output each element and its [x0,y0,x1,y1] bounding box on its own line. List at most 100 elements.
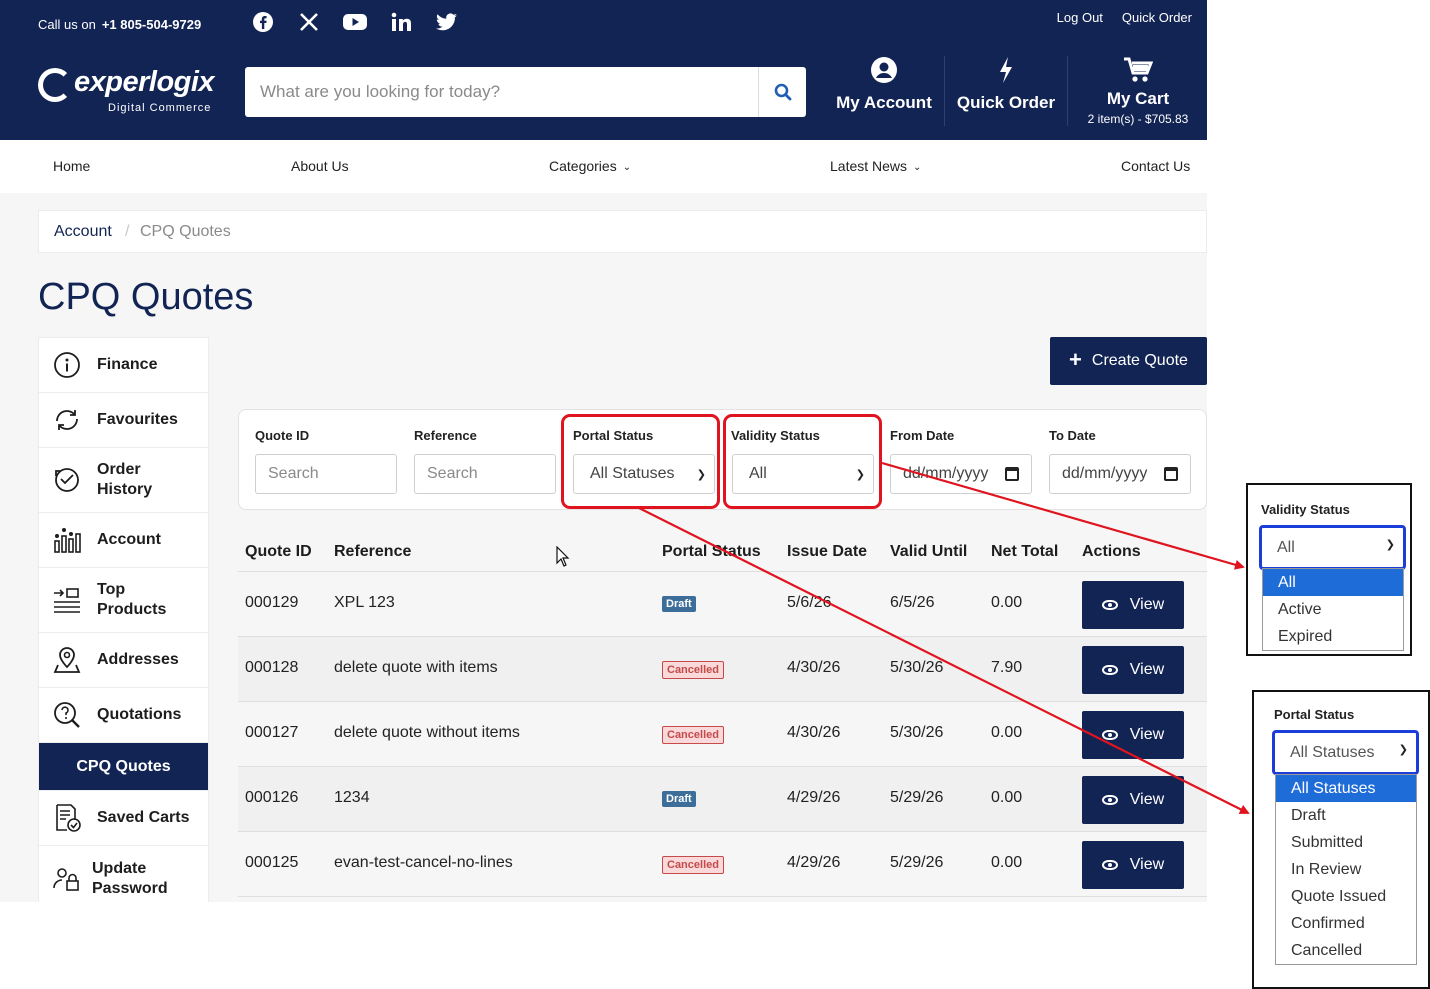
nav-home[interactable]: Home [53,158,90,174]
cell-net-total: 7.90 [991,659,1023,676]
quick-order-button[interactable]: Quick Order [952,56,1060,128]
sidebar-item-top-products[interactable]: Top Products [39,568,208,633]
column-header-portal-status[interactable]: Portal Status [662,543,761,561]
sidebar-item-finance[interactable]: Finance [39,338,208,393]
option-all-statuses[interactable]: All Statuses [1276,775,1416,802]
cell-valid-until: 6/5/26 [890,594,935,611]
view-quote-button[interactable]: View [1082,581,1184,629]
table-row: 000126 1234 Draft 4/29/26 5/29/26 0.00 V… [238,767,1207,832]
create-quote-button[interactable]: + Create Quote [1050,337,1207,385]
cell-valid-until: 5/30/26 [890,659,944,676]
cell-issue-date: 4/29/26 [787,854,841,871]
option-submitted[interactable]: Submitted [1276,829,1416,856]
phone-number[interactable]: +1 805-504-9729 [102,17,201,32]
column-header-valid-until[interactable]: Valid Until [890,543,967,561]
info-circle-icon [54,352,80,378]
view-quote-button[interactable]: View [1082,841,1184,889]
sidebar-item-label: Update Password [92,859,168,897]
cell-valid-until: 5/30/26 [890,724,944,741]
nav-latest-news[interactable]: Latest News ⌄ [830,158,921,174]
validity-status-select-open[interactable]: All ❯ [1259,525,1406,570]
to-date-input[interactable]: dd/mm/yyyy [1049,454,1191,494]
site-search [245,67,806,117]
option-draft[interactable]: Draft [1276,802,1416,829]
my-cart-button[interactable]: My Cart 2 item(s) - $705.83 [1075,56,1201,128]
sidebar-item-account[interactable]: Account [39,513,208,568]
table-row: 000129 XPL 123 Draft 5/6/26 6/5/26 0.00 … [238,572,1207,637]
my-account-button[interactable]: My Account [830,56,938,128]
logout-link[interactable]: Log Out [1057,10,1103,25]
callout-validity-label: Validity Status [1261,502,1350,517]
search-input[interactable] [245,67,757,117]
logo-mark-icon [38,68,72,102]
cell-net-total: 0.00 [991,854,1023,871]
chevron-down-icon: ❯ [1398,744,1408,756]
eye-icon [1101,860,1118,870]
cell-reference: delete quote with items [334,659,498,676]
option-all[interactable]: All [1263,569,1403,596]
option-expired[interactable]: Expired [1263,623,1403,650]
quote-id-search-input[interactable]: Search [255,454,397,494]
column-header-quote-id[interactable]: Quote ID [245,543,312,561]
sidebar-item-order-history[interactable]: Order History [39,448,208,513]
filter-reference-label: Reference [414,428,477,443]
view-quote-button[interactable]: View [1082,711,1184,759]
validity-status-options: All Active Expired [1262,568,1404,651]
search-question-icon [54,702,80,728]
reference-search-input[interactable]: Search [414,454,556,494]
youtube-icon[interactable] [332,10,378,34]
breadcrumb: Account / CPQ Quotes [38,210,1207,253]
portal-status-select-open[interactable]: All Statuses ❯ [1272,730,1419,775]
my-account-label: My Account [836,93,932,112]
sidebar-item-cpq-quotes[interactable]: CPQ Quotes [39,743,208,791]
cell-issue-date: 4/30/26 [787,659,841,676]
column-header-issue-date[interactable]: Issue Date [787,543,867,561]
cart-summary: 2 item(s) - $705.83 [1087,112,1189,126]
sidebar-item-quotations[interactable]: Quotations [39,688,208,743]
table-row: 000127 delete quote without items Cancel… [238,702,1207,767]
cart-icon [1124,57,1154,82]
option-in-review[interactable]: In Review [1276,856,1416,883]
x-icon[interactable] [286,10,332,34]
option-active[interactable]: Active [1263,596,1403,623]
option-cancelled[interactable]: Cancelled [1276,937,1416,964]
sidebar-item-favourites[interactable]: Favourites [39,393,208,448]
linkedin-icon[interactable] [378,10,424,34]
option-confirmed[interactable]: Confirmed [1276,910,1416,937]
from-date-input[interactable]: dd/mm/yyyy [890,454,1032,494]
sidebar-item-addresses[interactable]: Addresses [39,633,208,688]
cell-net-total: 0.00 [991,789,1023,806]
sidebar-item-label: Saved Carts [97,809,190,826]
quick-order-link[interactable]: Quick Order [1122,10,1192,25]
column-header-reference[interactable]: Reference [334,543,411,561]
calendar-icon[interactable] [1164,467,1178,481]
option-quote-issued[interactable]: Quote Issued [1276,883,1416,910]
header-divider [944,56,945,126]
sidebar-item-update-password[interactable]: Update Password [39,846,208,902]
nav-contact-us[interactable]: Contact Us [1121,158,1190,174]
status-badge: Draft [662,596,696,612]
sidebar-item-label: Addresses [97,651,179,668]
view-label: View [1129,856,1165,873]
filter-from-date-label: From Date [890,428,955,443]
facebook-icon[interactable] [240,10,286,34]
breadcrumb-separator: / [125,223,130,240]
view-quote-button[interactable]: View [1082,776,1184,824]
view-quote-button[interactable]: View [1082,646,1184,694]
search-button[interactable] [758,67,806,117]
breadcrumb-account[interactable]: Account [54,223,112,241]
status-badge: Cancelled [662,726,724,744]
cell-reference: 1234 [334,789,370,806]
sidebar-item-label: CPQ Quotes [76,757,171,775]
nav-categories[interactable]: Categories ⌄ [549,158,631,174]
sidebar-item-label: Top Products [97,581,167,618]
from-date-placeholder: dd/mm/yyyy [903,465,989,482]
calendar-icon[interactable] [1005,467,1019,481]
twitter-icon[interactable] [424,10,470,34]
cell-quote-id: 000128 [245,659,299,676]
cell-net-total: 0.00 [991,724,1023,741]
column-header-net-total[interactable]: Net Total [991,543,1058,561]
nav-about-us[interactable]: About Us [291,158,349,174]
top-links: Log Out Quick Order [1057,10,1192,25]
sidebar-item-saved-carts[interactable]: Saved Carts [39,791,208,846]
